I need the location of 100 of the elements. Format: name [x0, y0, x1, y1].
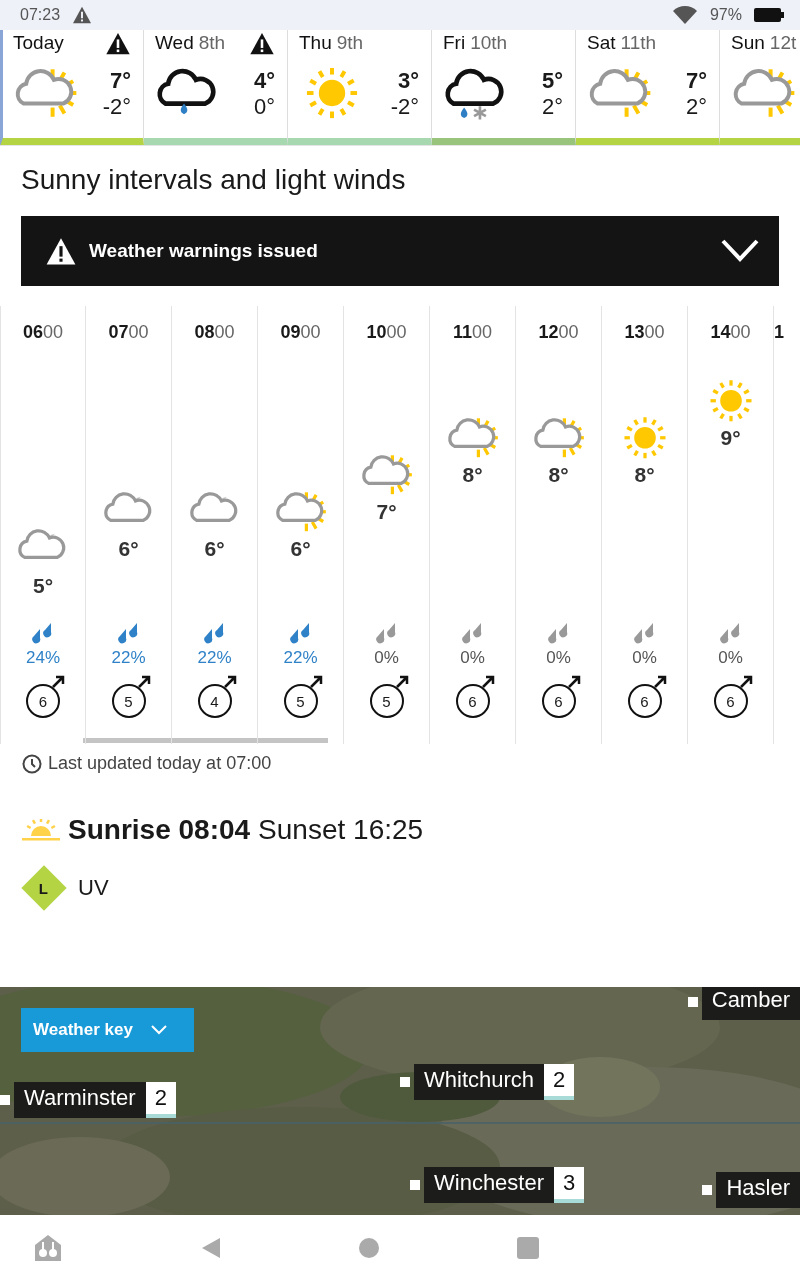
hour-label: 1400 [710, 322, 751, 344]
sunset-time: Sunset 16:25 [258, 814, 424, 846]
uv-badge: L [21, 865, 67, 911]
hour-temp: 5° [32, 573, 54, 598]
day-date: 10th [470, 32, 508, 54]
rain-chance: 0% [374, 648, 399, 668]
place-name: Warminster [14, 1082, 146, 1118]
day-name: Fri [443, 32, 466, 54]
warning-icon [45, 236, 77, 266]
day-tab[interactable]: Sun 12t [720, 30, 800, 145]
status-time: 07:23 [20, 6, 61, 24]
hour-temp: 8° [634, 462, 655, 487]
rain-chance: 0% [460, 648, 485, 668]
hour-temp: 6° [204, 536, 225, 561]
hour-temp: 9° [720, 425, 741, 450]
place-name: Hasler [716, 1172, 800, 1208]
warning-icon [72, 6, 93, 24]
day-name: Today [13, 32, 64, 54]
hour-temp: 8° [462, 462, 483, 487]
wifi-icon [671, 5, 698, 25]
place-name: Winchester [424, 1167, 555, 1203]
wind-direction-arrow-icon [738, 675, 753, 689]
hour-temp: 6° [118, 536, 139, 561]
wind-direction-arrow-icon [566, 675, 581, 689]
place-name: Whitchurch [414, 1064, 545, 1100]
wind-speed: 6 [541, 684, 576, 718]
day-tab[interactable]: Sat 11th 7° 2° [576, 30, 720, 145]
place-value: 3 [554, 1167, 585, 1203]
hour-label: 1 [774, 322, 784, 344]
hour-label: 1000 [366, 322, 407, 344]
day-name: Sun [731, 32, 765, 54]
day-name: Wed [155, 32, 194, 54]
wind-direction-arrow-icon [480, 675, 495, 689]
low-temp: -2° [102, 93, 131, 120]
wind-direction-arrow-icon [136, 675, 151, 689]
place-marker [400, 1077, 410, 1087]
low-temp: 2° [685, 93, 707, 120]
rain-chance: 0% [546, 648, 571, 668]
high-temp: 3° [397, 67, 419, 94]
place-marker [0, 1095, 10, 1105]
back-icon[interactable] [201, 1236, 221, 1259]
home-icon[interactable] [359, 1237, 379, 1258]
day-date: 8th [198, 32, 226, 54]
wind-direction-arrow-icon [51, 675, 65, 689]
wind-direction-arrow-icon [308, 675, 323, 689]
day-tab[interactable]: Thu 9th 3° -2° [288, 30, 432, 145]
wind-speed: 6 [713, 684, 748, 718]
last-updated: Last updated today at 07:00 [48, 753, 272, 774]
uv-label: UV [78, 875, 109, 901]
clock-icon [22, 753, 42, 774]
hour-temp: 8° [548, 462, 569, 487]
battery-percent: 97% [709, 6, 742, 24]
day-name: Thu [299, 32, 332, 54]
rain-chance: 22% [283, 648, 318, 668]
place-marker [687, 997, 698, 1007]
day-date: 9th [336, 32, 364, 54]
high-temp: 4° [253, 67, 275, 94]
recents-icon[interactable] [517, 1236, 539, 1259]
hour-temp: 6° [290, 536, 311, 561]
wind-speed: 6 [455, 684, 490, 718]
rain-chance: 0% [718, 648, 743, 668]
chevron-icon [150, 1025, 167, 1035]
day-tab[interactable]: Fri 10th 5° 2° [432, 30, 576, 145]
wind-speed: 4 [197, 684, 232, 718]
high-temp: 7° [109, 67, 131, 94]
wind-speed: 6 [26, 684, 60, 718]
hour-label: 1300 [624, 322, 665, 344]
wind-speed: 6 [627, 684, 662, 718]
low-temp: 0° [253, 93, 275, 120]
place-marker [702, 1185, 713, 1195]
day-tab[interactable]: Today 7° -2° [0, 30, 144, 145]
high-temp: 7° [685, 67, 707, 94]
hour-temp: 7° [376, 499, 397, 524]
hour-label: 0700 [108, 322, 149, 344]
rain-chance: 0% [632, 648, 657, 668]
rain-chance: 22% [111, 648, 146, 668]
sunrise-icon [22, 819, 60, 841]
day-date: 12t [769, 32, 797, 54]
hour-label: 1200 [538, 322, 579, 344]
rain-chance: 24% [26, 648, 60, 668]
day-tab[interactable]: Wed 8th 4° 0° [144, 30, 288, 145]
wind-speed: 5 [283, 684, 318, 718]
rain-chance: 22% [197, 648, 232, 668]
app-icon[interactable] [33, 1232, 63, 1263]
day-name: Sat [587, 32, 616, 54]
warning-banner[interactable]: Weather warnings issued [21, 216, 779, 286]
hour-label: 0800 [194, 322, 235, 344]
place-value: 2 [544, 1064, 575, 1100]
wind-direction-arrow-icon [652, 675, 667, 689]
forecast-summary: Sunny intervals and light winds [21, 164, 407, 196]
battery-icon [754, 8, 784, 22]
low-temp: -2° [390, 93, 419, 120]
high-temp: 5° [541, 67, 563, 94]
place-value: 2 [145, 1082, 176, 1118]
day-date: 11th [620, 32, 657, 54]
wind-direction-arrow-icon [222, 675, 237, 689]
wind-direction-arrow-icon [394, 675, 409, 689]
sunrise-time: Sunrise 08:04 [68, 814, 251, 846]
place-marker [410, 1180, 420, 1190]
chevron-icon [721, 239, 759, 263]
